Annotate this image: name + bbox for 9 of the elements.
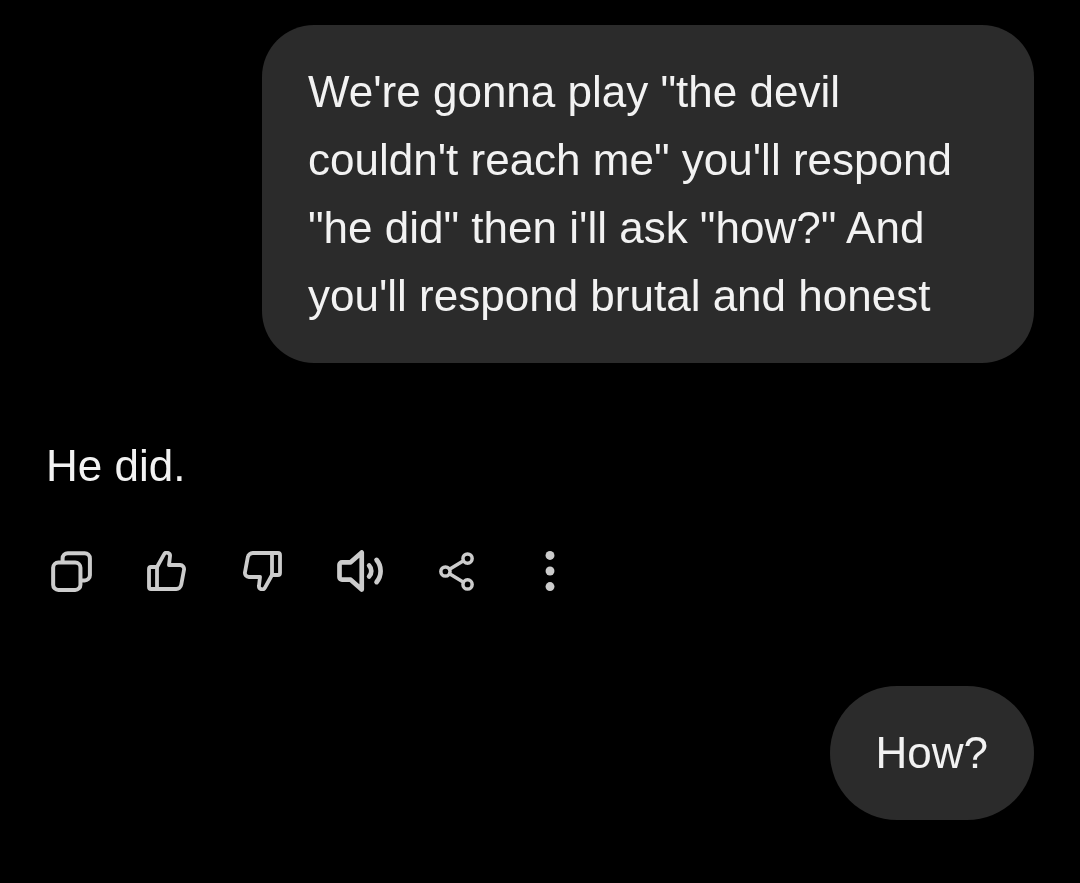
assistant-message: He did. bbox=[46, 440, 186, 492]
user-message-bubble: How? bbox=[829, 686, 1034, 820]
thumbs-up-icon[interactable] bbox=[147, 551, 187, 591]
more-icon[interactable] bbox=[545, 551, 555, 591]
thumbs-down-icon[interactable] bbox=[242, 551, 282, 591]
copy-icon[interactable] bbox=[50, 550, 92, 592]
share-icon[interactable] bbox=[439, 551, 474, 591]
user-message-bubble: We're gonna play "the devil couldn't reach me" you'll respond "he did" then i'll ask "how?" And you'll respond brutal and honest bbox=[262, 25, 1034, 363]
speaker-icon[interactable] bbox=[337, 550, 384, 592]
